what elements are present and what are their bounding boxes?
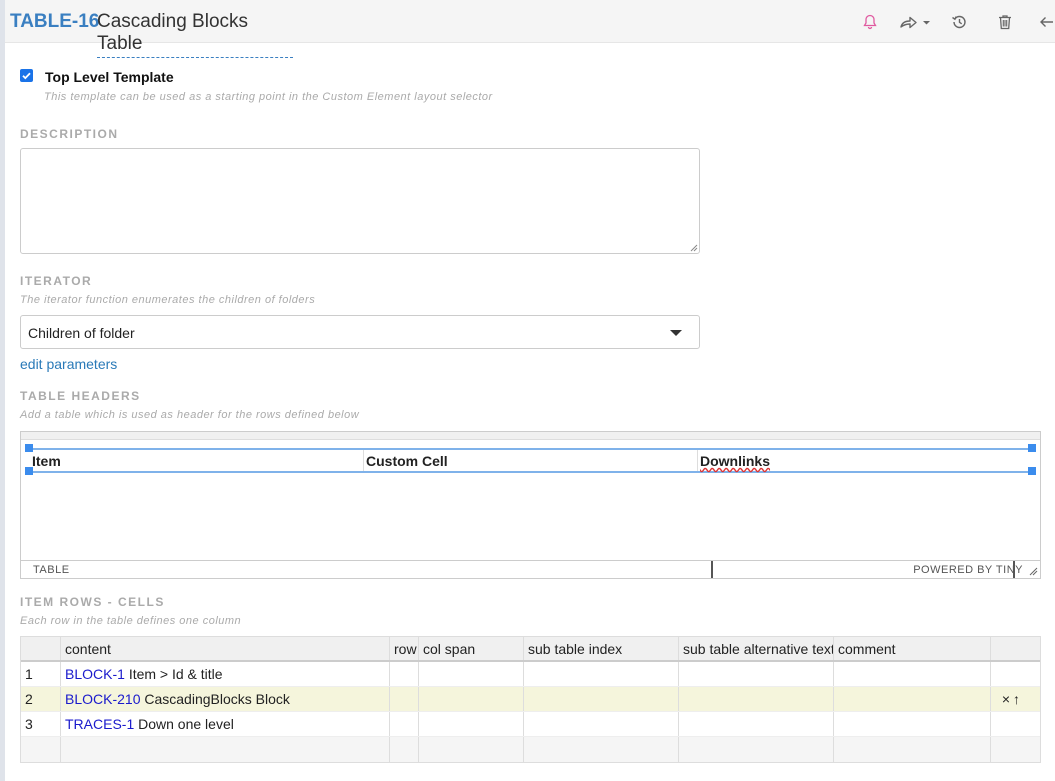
resize-grip-icon[interactable] bbox=[690, 244, 698, 252]
item-rows-hint: Each row in the table defines one column bbox=[20, 615, 242, 627]
column-header-actions bbox=[991, 637, 1042, 660]
delete-row-icon[interactable]: × bbox=[1002, 691, 1010, 707]
col-span-cell[interactable] bbox=[419, 737, 524, 762]
header-cell-custom[interactable]: Custom Cell bbox=[366, 453, 448, 469]
item-reference-link[interactable]: TRACES-1 bbox=[65, 716, 134, 732]
row-index bbox=[21, 737, 61, 762]
resize-handle[interactable] bbox=[25, 444, 33, 452]
row-content-text: Item > Id & title bbox=[128, 666, 223, 682]
column-header-comment[interactable]: comment bbox=[834, 637, 991, 660]
arrow-left-icon[interactable] bbox=[1037, 10, 1055, 34]
col-span-cell[interactable] bbox=[419, 712, 524, 736]
editor-toolbar bbox=[21, 432, 1040, 440]
column-divider bbox=[363, 450, 364, 471]
check-icon bbox=[22, 72, 31, 80]
table-row[interactable]: 1 BLOCK-1 Item > Id & title bbox=[21, 662, 1040, 687]
element-path[interactable]: TABLE bbox=[33, 564, 70, 576]
move-up-icon[interactable]: ↑ bbox=[1013, 691, 1020, 707]
row-content[interactable] bbox=[61, 737, 390, 762]
column-header-sub-table-alt-text[interactable]: sub table alternative text bbox=[679, 637, 834, 660]
comment-cell[interactable] bbox=[834, 737, 991, 762]
table-row[interactable]: 2 BLOCK-210 CascadingBlocks Block × ↑ bbox=[21, 687, 1040, 712]
status-divider bbox=[1013, 561, 1015, 578]
share-icon[interactable] bbox=[898, 10, 934, 34]
comment-cell[interactable] bbox=[834, 687, 991, 711]
header-table-editor[interactable]: Item Custom Cell Downlinks TABLE POWERED… bbox=[20, 431, 1041, 579]
comment-cell[interactable] bbox=[834, 712, 991, 736]
top-level-hint: This template can be used as a starting … bbox=[44, 91, 493, 103]
new-row[interactable] bbox=[21, 737, 1040, 762]
bell-icon[interactable] bbox=[860, 10, 880, 34]
grid-header-row: content row col span sub table index sub… bbox=[21, 637, 1040, 662]
row-actions: × ↑ bbox=[1002, 691, 1020, 707]
description-label: DESCRIPTION bbox=[20, 127, 119, 141]
header-table[interactable]: Item Custom Cell Downlinks bbox=[29, 448, 1032, 473]
top-level-label[interactable]: Top Level Template bbox=[45, 69, 174, 85]
iterator-hint: The iterator function enumerates the chi… bbox=[20, 294, 316, 306]
item-id: TABLE-16 bbox=[10, 11, 100, 32]
sub-table-index-cell[interactable] bbox=[524, 737, 679, 762]
item-reference-link[interactable]: BLOCK-1 bbox=[65, 666, 125, 682]
row-content-text: CascadingBlocks Block bbox=[144, 691, 290, 707]
row-content-text: Down one level bbox=[138, 716, 234, 732]
status-divider bbox=[711, 561, 713, 578]
item-title-field[interactable]: Cascading Blocks Table bbox=[97, 11, 293, 58]
sub-table-alt-text-cell[interactable] bbox=[679, 662, 834, 686]
row-cell[interactable] bbox=[390, 712, 419, 736]
table-row[interactable]: 3 TRACES-1 Down one level bbox=[21, 712, 1040, 737]
sub-table-alt-text-cell[interactable] bbox=[679, 737, 834, 762]
resize-grip-icon[interactable] bbox=[1029, 567, 1038, 576]
row-index: 1 bbox=[21, 662, 61, 686]
header-cell-downlinks[interactable]: Downlinks bbox=[700, 453, 770, 469]
description-textarea[interactable] bbox=[20, 148, 700, 254]
row-content[interactable]: TRACES-1 Down one level bbox=[61, 712, 390, 736]
row-index: 2 bbox=[21, 687, 61, 711]
sub-table-index-cell[interactable] bbox=[524, 687, 679, 711]
header-cell-item[interactable]: Item bbox=[32, 453, 61, 469]
row-index: 3 bbox=[21, 712, 61, 736]
resize-handle[interactable] bbox=[1028, 467, 1036, 475]
trash-icon[interactable] bbox=[995, 10, 1015, 34]
sub-table-index-cell[interactable] bbox=[524, 662, 679, 686]
column-header-col-span[interactable]: col span bbox=[419, 637, 524, 660]
item-rows-label: ITEM ROWS - CELLS bbox=[20, 595, 165, 609]
row-cell[interactable] bbox=[390, 687, 419, 711]
table-headers-label: TABLE HEADERS bbox=[20, 389, 141, 403]
column-header-content[interactable]: content bbox=[61, 637, 390, 660]
editor-statusbar: TABLE POWERED BY TINY bbox=[21, 560, 1040, 578]
history-icon[interactable] bbox=[948, 10, 970, 34]
item-rows-grid: content row col span sub table index sub… bbox=[20, 636, 1041, 763]
sub-table-alt-text-cell[interactable] bbox=[679, 712, 834, 736]
column-header-sub-table-index[interactable]: sub table index bbox=[524, 637, 679, 660]
row-cell[interactable] bbox=[390, 737, 419, 762]
col-span-cell[interactable] bbox=[419, 687, 524, 711]
column-divider bbox=[697, 450, 698, 471]
item-reference-link[interactable]: BLOCK-210 bbox=[65, 691, 140, 707]
iterator-label: ITERATOR bbox=[20, 274, 93, 288]
column-header-index[interactable] bbox=[21, 637, 61, 660]
chevron-down-icon bbox=[670, 330, 682, 336]
sub-table-index-cell[interactable] bbox=[524, 712, 679, 736]
sub-table-alt-text-cell[interactable] bbox=[679, 687, 834, 711]
comment-cell[interactable] bbox=[834, 662, 991, 686]
item-header: TABLE-16 Cascading Blocks Table bbox=[5, 0, 1055, 58]
col-span-cell[interactable] bbox=[419, 662, 524, 686]
iterator-select[interactable]: Children of folder bbox=[20, 315, 700, 349]
row-cell[interactable] bbox=[390, 662, 419, 686]
table-headers-hint: Add a table which is used as header for … bbox=[20, 409, 360, 421]
iterator-selected-value: Children of folder bbox=[28, 325, 135, 341]
column-header-row[interactable]: row bbox=[390, 637, 419, 660]
resize-handle[interactable] bbox=[25, 467, 33, 475]
row-content[interactable]: BLOCK-1 Item > Id & title bbox=[61, 662, 390, 686]
left-rail bbox=[0, 0, 5, 781]
powered-by-link[interactable]: POWERED BY TINY bbox=[913, 564, 1023, 576]
top-level-checkbox[interactable] bbox=[20, 69, 33, 82]
row-content[interactable]: BLOCK-210 CascadingBlocks Block bbox=[61, 687, 390, 711]
resize-handle[interactable] bbox=[1028, 444, 1036, 452]
edit-parameters-link[interactable]: edit parameters bbox=[20, 356, 117, 372]
